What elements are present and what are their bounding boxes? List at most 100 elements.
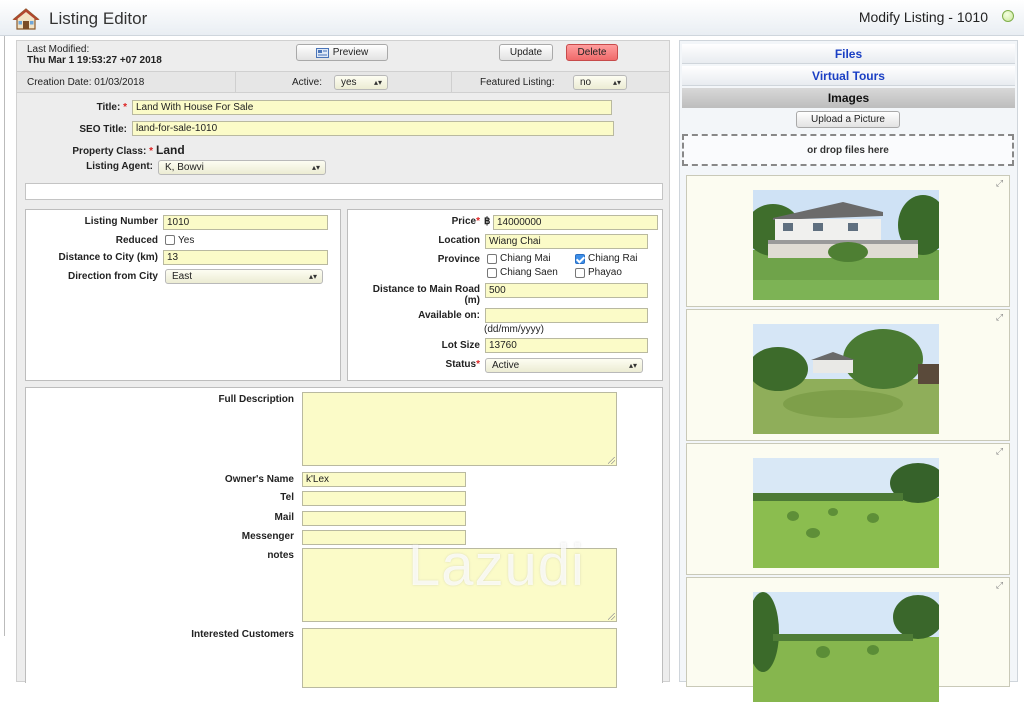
listing-agent-select[interactable]: K, Bowvi ▴▾: [158, 160, 326, 175]
house-photo-thumbnail: [753, 190, 939, 300]
status-indicator-icon: [1002, 10, 1014, 22]
full-description-textarea[interactable]: [302, 392, 617, 466]
province-checkbox-phayao[interactable]: [575, 268, 585, 278]
location-label: Location: [438, 235, 480, 246]
image-card[interactable]: ⤢: [686, 577, 1010, 702]
preview-icon: [315, 47, 329, 58]
owner-name-input[interactable]: k'Lex: [302, 472, 466, 487]
province-checkbox-chiang-mai[interactable]: [487, 254, 497, 264]
field-photo-thumbnail: [753, 458, 939, 568]
expand-icon[interactable]: ⤢: [994, 178, 1005, 189]
listing-details-panel: Listing Number 1010 Reduced Yes Distance…: [25, 209, 341, 381]
province-chiang-rai-label: Chiang Rai: [588, 253, 638, 264]
preview-button[interactable]: Preview: [296, 44, 388, 61]
divider: [451, 72, 452, 92]
active-label: Active:: [292, 77, 323, 88]
title-input[interactable]: Land With House For Sale: [132, 100, 612, 115]
title-label-text: Title:: [96, 102, 121, 113]
direction-label: Direction from City: [67, 271, 158, 282]
listing-number-input[interactable]: 1010: [163, 215, 328, 230]
listing-agent-value: K, Bowvi: [165, 162, 204, 173]
expand-icon[interactable]: ⤢: [994, 312, 1005, 323]
listing-number-label: Listing Number: [84, 216, 158, 227]
status-label: Status*: [445, 359, 480, 370]
direction-select[interactable]: East ▴▾: [165, 269, 323, 284]
resize-grip-icon[interactable]: [608, 613, 615, 620]
reduced-label: Reduced: [115, 235, 158, 246]
main-road-unit-label: (m): [464, 295, 480, 306]
tel-label: Tel: [280, 492, 294, 503]
window-edge: [0, 36, 5, 636]
creation-date: Creation Date: 01/03/2018: [27, 77, 145, 88]
status-select[interactable]: Active ▴▾: [485, 358, 643, 373]
distance-city-input[interactable]: 13: [163, 250, 328, 265]
property-class-label: Property Class: *: [72, 146, 153, 157]
active-value: yes: [341, 77, 357, 88]
main-road-label: Distance to Main Road: [372, 284, 480, 295]
app-title: Listing Editor: [49, 9, 148, 28]
main-road-input[interactable]: 500: [485, 283, 648, 298]
select-arrows-icon: ▴▾: [308, 272, 317, 281]
status-value: Active: [492, 360, 520, 371]
owner-name-label: Owner's Name: [224, 474, 294, 485]
last-modified-value: Thu Mar 1 19:53:27 +07 2018: [27, 55, 162, 66]
title-label: Title: *: [96, 102, 127, 113]
preview-label: Preview: [332, 47, 369, 58]
mail-label: Mail: [274, 512, 294, 523]
watermark: Lazudi: [408, 533, 585, 598]
lot-size-input[interactable]: 13760: [485, 338, 648, 353]
tab-files[interactable]: Files: [682, 44, 1015, 64]
province-checkbox-chiang-saen[interactable]: [487, 268, 497, 278]
full-description-label: Full Description: [218, 394, 294, 405]
select-arrows-icon: ▴▾: [311, 163, 320, 172]
seo-title-input[interactable]: land-for-sale-1010: [132, 121, 614, 136]
province-label: Province: [437, 254, 480, 265]
location-input[interactable]: Wiang Chai: [485, 234, 648, 249]
featured-label: Featured Listing:: [480, 77, 555, 88]
expand-icon[interactable]: ⤢: [994, 446, 1005, 457]
media-panel: Files Virtual Tours Images Upload a Pict…: [679, 40, 1018, 702]
form-header: Last Modified: Thu Mar 1 19:53:27 +07 20…: [17, 41, 669, 71]
price-label-text: Price: [451, 216, 477, 227]
province-checkbox-chiang-rai[interactable]: [575, 254, 585, 264]
tel-input[interactable]: [302, 491, 466, 506]
last-modified-label: Last Modified:: [27, 44, 90, 55]
status-label-text: Status: [445, 359, 477, 370]
empty-bar: [25, 183, 663, 200]
price-input[interactable]: 14000000: [493, 215, 658, 230]
orchard-photo-thumbnail: [753, 592, 939, 702]
select-arrows-icon: ▴▾: [628, 361, 637, 370]
reduced-checkbox[interactable]: [165, 235, 175, 245]
upload-picture-button[interactable]: Upload a Picture: [796, 111, 900, 128]
featured-select[interactable]: no ▴▾: [573, 75, 627, 90]
listing-agent-label: Listing Agent:: [86, 161, 153, 172]
resize-grip-icon[interactable]: [608, 457, 615, 464]
update-button[interactable]: Update: [499, 44, 553, 61]
form-status-row: Creation Date: 01/03/2018 Active: yes ▴▾…: [17, 71, 669, 93]
delete-button[interactable]: Delete: [566, 44, 618, 61]
select-arrows-icon: ▴▾: [612, 78, 621, 87]
date-format-hint: (dd/mm/yyyy): [484, 324, 544, 335]
interested-customers-label: Interested Customers: [191, 629, 294, 640]
image-card[interactable]: ⤢: [686, 443, 1010, 575]
property-class-label-text: Property Class:: [72, 146, 147, 157]
province-chiang-mai-label: Chiang Mai: [500, 253, 551, 264]
select-arrows-icon: ▴▾: [373, 78, 382, 87]
tab-virtual-tours[interactable]: Virtual Tours: [682, 66, 1015, 86]
distance-city-label: Distance to City (km): [58, 252, 158, 263]
divider: [235, 72, 236, 92]
expand-icon[interactable]: ⤢: [994, 580, 1005, 591]
drop-zone[interactable]: or drop files here: [682, 134, 1014, 166]
image-card[interactable]: ⤢: [686, 175, 1010, 307]
price-label: Price*: [451, 216, 480, 227]
featured-value: no: [580, 77, 592, 88]
tab-images[interactable]: Images: [682, 88, 1015, 108]
image-card[interactable]: ⤢: [686, 309, 1010, 441]
mail-input[interactable]: [302, 511, 466, 526]
messenger-label: Messenger: [241, 531, 294, 542]
interested-customers-textarea[interactable]: [302, 628, 617, 688]
available-on-input[interactable]: [485, 308, 648, 323]
active-select[interactable]: yes ▴▾: [334, 75, 388, 90]
lot-size-label: Lot Size: [441, 340, 480, 351]
direction-value: East: [172, 271, 193, 282]
